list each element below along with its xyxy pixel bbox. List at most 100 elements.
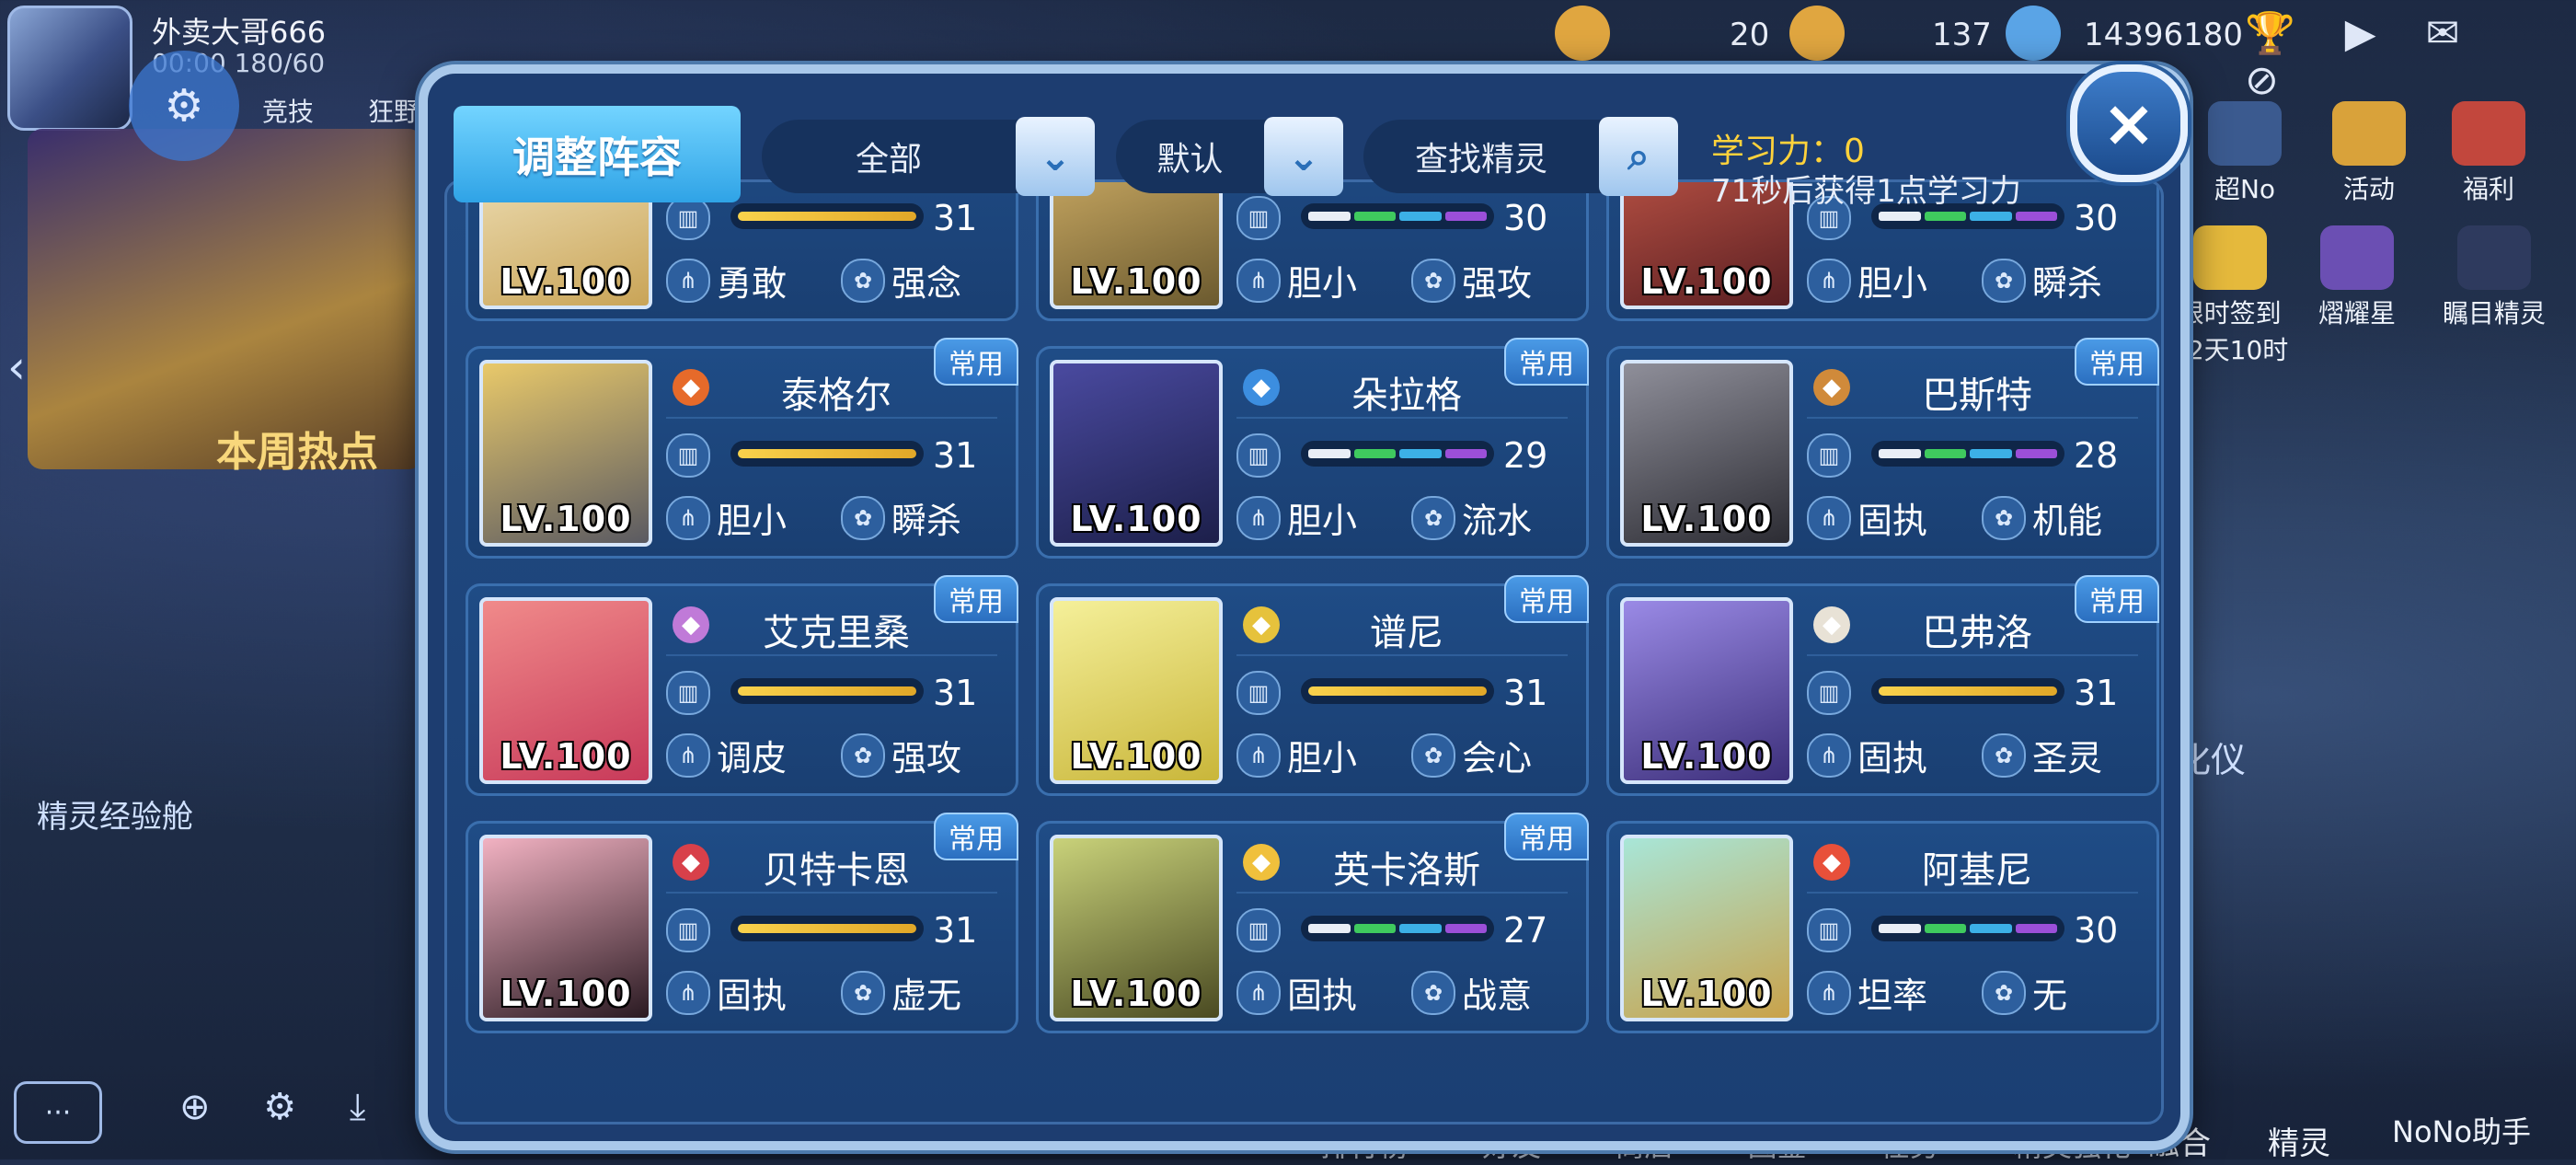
spirit-card[interactable]: LV.100 ▥ 30 ⋔ 胆小 ✿ 强攻 xyxy=(1036,182,1589,321)
spirit-level: LV.100 xyxy=(1070,261,1202,302)
stat-value: 31 xyxy=(933,435,978,476)
personality-icon: ⋔ xyxy=(1236,259,1281,303)
spirit-card[interactable]: LV.100 常用 ◆ 泰格尔 ▥ 31 ⋔ 胆小 ✿ 瞬杀 xyxy=(466,338,1018,559)
stat-bar-seg xyxy=(1970,212,2012,221)
spirit-card[interactable]: LV.100 常用 ◆ 贝特卡恩 ▥ 31 ⋔ 固执 ✿ 虚无 xyxy=(466,813,1018,1033)
map-icon[interactable]: ⊕ xyxy=(179,1086,211,1128)
hot-banner-label: 本周热点 xyxy=(216,429,378,476)
stat-bar-seg xyxy=(1444,212,1487,221)
spirit-portrait[interactable]: LV.100 xyxy=(479,597,652,784)
spirit-portrait[interactable]: LV.100 xyxy=(1050,182,1223,309)
resource-icon[interactable] xyxy=(1789,6,1845,61)
spirit-portrait[interactable]: LV.100 xyxy=(1050,835,1223,1021)
settings-gear-icon[interactable]: ⚙ xyxy=(129,51,239,161)
spirit-level: LV.100 xyxy=(1640,499,1773,539)
personality-label: 调皮 xyxy=(717,738,788,779)
spirit-portrait[interactable]: LV.100 xyxy=(1620,360,1793,547)
spirit-portrait[interactable]: LV.100 xyxy=(479,835,652,1021)
stat-bar-seg xyxy=(1879,449,1921,458)
close-button[interactable]: × xyxy=(2070,64,2188,182)
chevron-down-icon[interactable]: ⌄ xyxy=(1016,117,1095,196)
characteristic-icon: ✿ xyxy=(1982,259,2026,303)
play-icon[interactable]: ▶ xyxy=(2345,10,2376,57)
characteristic-label: 瞬杀 xyxy=(891,501,962,541)
stat-value: 31 xyxy=(2074,673,2119,713)
characteristic-label: 机能 xyxy=(2032,501,2103,541)
card-divider xyxy=(1236,654,1568,656)
search-spirit-field[interactable]: 查找精灵 ⌕ xyxy=(1363,117,1678,196)
trophy-icon[interactable]: 🏆 xyxy=(2245,10,2295,57)
spirit-card[interactable]: LV.100 常用 ◆ 英卡洛斯 ▥ 27 ⋔ 固执 ✿ 战意 xyxy=(1036,813,1589,1033)
adjust-team-button[interactable]: 调整阵容 xyxy=(454,106,741,202)
spirit-name: 艾克里桑 xyxy=(763,612,910,654)
stat-bar-seg xyxy=(1308,449,1351,458)
spirit-card[interactable]: LV.100 ◆ 阿基尼 ▥ 30 ⋔ 坦率 ✿ 无 xyxy=(1606,821,2159,1033)
side-item-welfare[interactable]: 福利 xyxy=(2452,101,2525,206)
card-divider xyxy=(666,417,997,419)
tab-wild[interactable]: 狂野 xyxy=(368,92,420,129)
left-arrow-icon[interactable]: ‹ xyxy=(7,340,26,394)
hide-icon[interactable]: ⊘ xyxy=(2245,57,2279,104)
spirit-portrait[interactable]: LV.100 xyxy=(479,360,652,547)
personality-icon: ⋔ xyxy=(666,733,710,778)
spirits-button[interactable]: 精灵 xyxy=(2268,1118,2330,1163)
spirit-portrait[interactable]: LV.100 xyxy=(1620,597,1793,784)
side-item-featured-spirit[interactable]: 瞩目精灵 xyxy=(2443,225,2546,330)
spirit-name: 泰格尔 xyxy=(781,375,891,417)
side-item-star[interactable]: 熠耀星 xyxy=(2318,225,2396,330)
chat-icon[interactable]: ··· xyxy=(14,1081,102,1144)
stat-bar-seg xyxy=(1353,212,1396,221)
spirit-portrait[interactable]: LV.100 xyxy=(1050,360,1223,547)
spirit-card[interactable]: LV.100 常用 ◆ 巴斯特 ▥ 28 ⋔ 固执 ✿ 机能 xyxy=(1606,338,2159,559)
spirit-name: 英卡洛斯 xyxy=(1333,849,1480,892)
characteristic-label: 强攻 xyxy=(891,738,962,779)
spirit-level: LV.100 xyxy=(1640,261,1773,302)
chevron-down-icon[interactable]: ⌄ xyxy=(1264,117,1343,196)
personality-label: 坦率 xyxy=(1857,975,1928,1016)
side-item-activity[interactable]: 活动 xyxy=(2332,101,2406,206)
type-filter-dropdown[interactable]: 全部 ⌄ xyxy=(762,117,1095,196)
spirit-list[interactable]: LV.100 ▥ 31 ⋔ 勇敢 ✿ 强念 LV.100 ▥ 30 ⋔ 胆小 ✿… xyxy=(444,179,2164,1125)
search-icon[interactable]: ⌕ xyxy=(1599,117,1678,196)
resource-icon[interactable] xyxy=(2006,6,2061,61)
spirit-card[interactable]: LV.100 常用 ◆ 谱尼 ▥ 31 ⋔ 胆小 ✿ 会心 xyxy=(1036,575,1589,796)
stat-bar-seg xyxy=(1399,924,1442,933)
mail-icon[interactable]: ✉ xyxy=(2426,10,2460,57)
exp-pod-label[interactable]: 精灵经验舱 xyxy=(37,791,193,836)
tab-arena[interactable]: 竞技 xyxy=(262,92,314,129)
player-avatar[interactable] xyxy=(7,6,132,131)
personality-label: 固执 xyxy=(717,975,788,1016)
personality-label: 胆小 xyxy=(1857,263,1928,304)
stat-value: 31 xyxy=(933,910,978,951)
stat-icon: ▥ xyxy=(666,908,710,952)
tools-icon[interactable]: ⚙ xyxy=(263,1086,296,1128)
sort-dropdown[interactable]: 默认 ⌄ xyxy=(1116,117,1343,196)
spirit-level: LV.100 xyxy=(1070,974,1202,1014)
characteristic-icon: ✿ xyxy=(841,971,885,1015)
characteristic-label: 会心 xyxy=(1462,738,1533,779)
spirit-portrait[interactable]: LV.100 xyxy=(1050,597,1223,784)
side-item-super-no[interactable]: 超No xyxy=(2208,101,2282,206)
sign-in-icon xyxy=(2192,225,2267,290)
nono-assistant-button[interactable]: NoNo助手 xyxy=(2392,1109,2531,1151)
stat-bar-seg xyxy=(1308,212,1351,221)
stat-bar-seg xyxy=(1879,212,1921,221)
stat-bar xyxy=(1871,441,2064,467)
spirit-card[interactable]: LV.100 常用 ◆ 巴弗洛 ▥ 31 ⋔ 固执 ✿ 圣灵 xyxy=(1606,575,2159,796)
stat-icon: ▥ xyxy=(1236,671,1281,715)
stat-value: 31 xyxy=(1503,673,1548,713)
characteristic-label: 流水 xyxy=(1462,501,1533,541)
spirit-card[interactable]: LV.100 常用 ◆ 艾克里桑 ▥ 31 ⋔ 调皮 ✿ 强攻 xyxy=(466,575,1018,796)
stat-bar-seg xyxy=(1399,449,1442,458)
spirit-portrait[interactable]: LV.100 xyxy=(1620,835,1793,1021)
resource-icon[interactable] xyxy=(1555,6,1610,61)
element-icon: ◆ xyxy=(673,844,709,881)
characteristic-icon: ✿ xyxy=(1982,733,2026,778)
spirit-level: LV.100 xyxy=(500,974,632,1014)
download-icon[interactable]: ⤓ xyxy=(350,1086,366,1128)
card-divider xyxy=(1807,892,2138,894)
spirit-name: 巴弗洛 xyxy=(1922,612,2032,654)
stat-bar-seg xyxy=(2015,212,2057,221)
spirit-card[interactable]: LV.100 常用 ◆ 朵拉格 ▥ 29 ⋔ 胆小 ✿ 流水 xyxy=(1036,338,1589,559)
player-name: 外卖大哥666 xyxy=(152,15,327,50)
